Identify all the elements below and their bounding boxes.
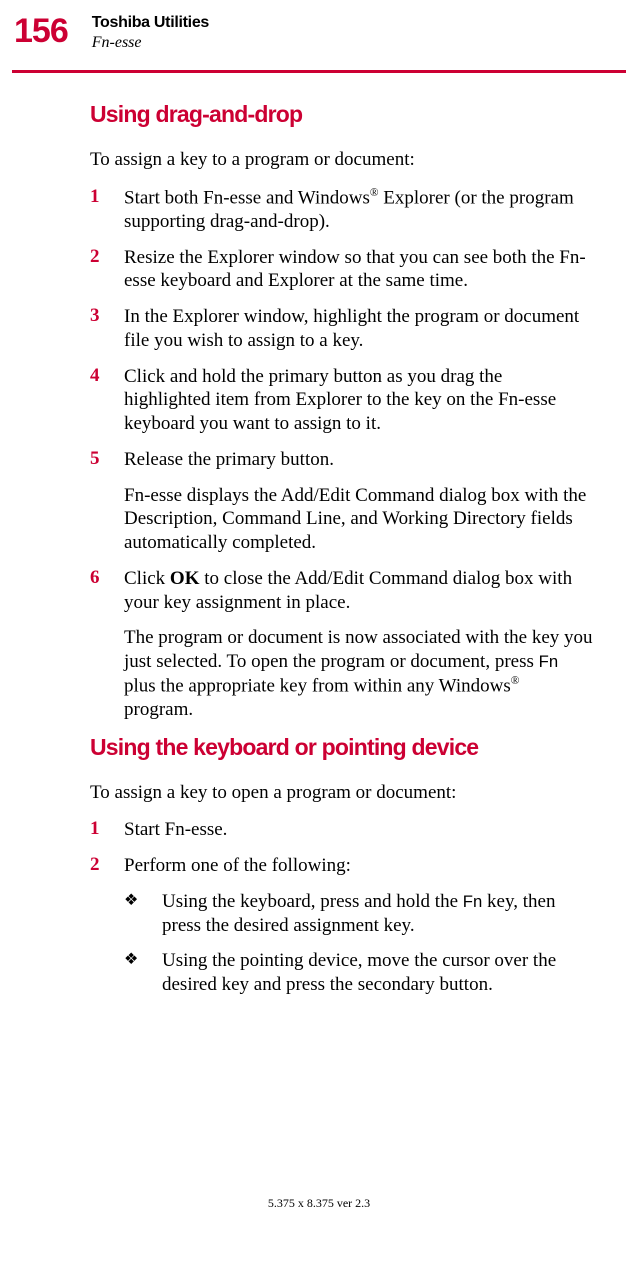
step-text: Click and hold the primary button as you…	[124, 365, 593, 436]
main-content: Using drag-and-drop To assign a key to a…	[0, 73, 638, 997]
step2-2: 2 Perform one of the following:	[90, 854, 593, 878]
bullet-pointer: ❖ Using the pointing device, move the cu…	[124, 949, 593, 997]
step-number: 2	[90, 854, 124, 878]
step-text: Perform one of the following:	[124, 854, 593, 878]
step-5: 5 Release the primary button.	[90, 448, 593, 472]
subsection-title: Fn-esse	[92, 34, 209, 52]
step-1: 1 Start both Fn-esse and Windows® Explor…	[90, 186, 593, 234]
step-6-followup: The program or document is now associate…	[124, 626, 593, 721]
step-number: 1	[90, 186, 124, 234]
fn-key-label: Fn	[539, 652, 559, 671]
fn-key-label: Fn	[463, 892, 483, 911]
diamond-bullet-icon: ❖	[124, 949, 162, 997]
page-header: 156 Toshiba Utilities Fn-esse	[0, 0, 638, 70]
text-part: The program or document is now associate…	[124, 627, 593, 672]
step-number: 3	[90, 305, 124, 353]
chapter-title: Toshiba Utilities	[92, 14, 209, 32]
step2-1: 1 Start Fn-esse.	[90, 818, 593, 842]
step-4: 4 Click and hold the primary button as y…	[90, 365, 593, 436]
step-6: 6 Click OK to close the Add/Edit Command…	[90, 567, 593, 615]
step-number: 1	[90, 818, 124, 842]
step-5-followup: Fn-esse displays the Add/Edit Command di…	[124, 484, 593, 555]
diamond-bullet-icon: ❖	[124, 890, 162, 938]
ok-bold: OK	[170, 568, 200, 589]
bullet-text: Using the keyboard, press and hold the F…	[162, 890, 593, 938]
page-number: 156	[14, 12, 68, 51]
section2-intro: To assign a key to open a program or doc…	[90, 781, 593, 805]
text-part: Start both Fn-esse and Windows	[124, 187, 370, 208]
registered-mark: ®	[511, 675, 520, 687]
step-text: In the Explorer window, highlight the pr…	[124, 305, 593, 353]
section-heading-keyboard-pointer: Using the keyboard or pointing device	[90, 734, 593, 761]
step-number: 2	[90, 246, 124, 294]
step-number: 6	[90, 567, 124, 615]
step-2: 2 Resize the Explorer window so that you…	[90, 246, 593, 294]
step-text: Release the primary button.	[124, 448, 593, 472]
registered-mark: ®	[370, 187, 379, 199]
step-number: 5	[90, 448, 124, 472]
step-number: 4	[90, 365, 124, 436]
footer-text: 5.375 x 8.375 ver 2.3	[0, 1196, 638, 1211]
text-part: program.	[124, 699, 193, 720]
bullet-text: Using the pointing device, move the curs…	[162, 949, 593, 997]
text-part: Click	[124, 568, 170, 589]
header-text-block: Toshiba Utilities Fn-esse	[92, 12, 209, 52]
step-text: Resize the Explorer window so that you c…	[124, 246, 593, 294]
section1-intro: To assign a key to a program or document…	[90, 148, 593, 172]
step-3: 3 In the Explorer window, highlight the …	[90, 305, 593, 353]
step-text: Click OK to close the Add/Edit Command d…	[124, 567, 593, 615]
text-part: plus the appropriate key from within any…	[124, 675, 511, 696]
step-text: Start Fn-esse.	[124, 818, 593, 842]
bullet-keyboard: ❖ Using the keyboard, press and hold the…	[124, 890, 593, 938]
step-text: Start both Fn-esse and Windows® Explorer…	[124, 186, 593, 234]
section-heading-drag-drop: Using drag-and-drop	[90, 101, 593, 128]
text-part: Using the keyboard, press and hold the	[162, 891, 463, 912]
